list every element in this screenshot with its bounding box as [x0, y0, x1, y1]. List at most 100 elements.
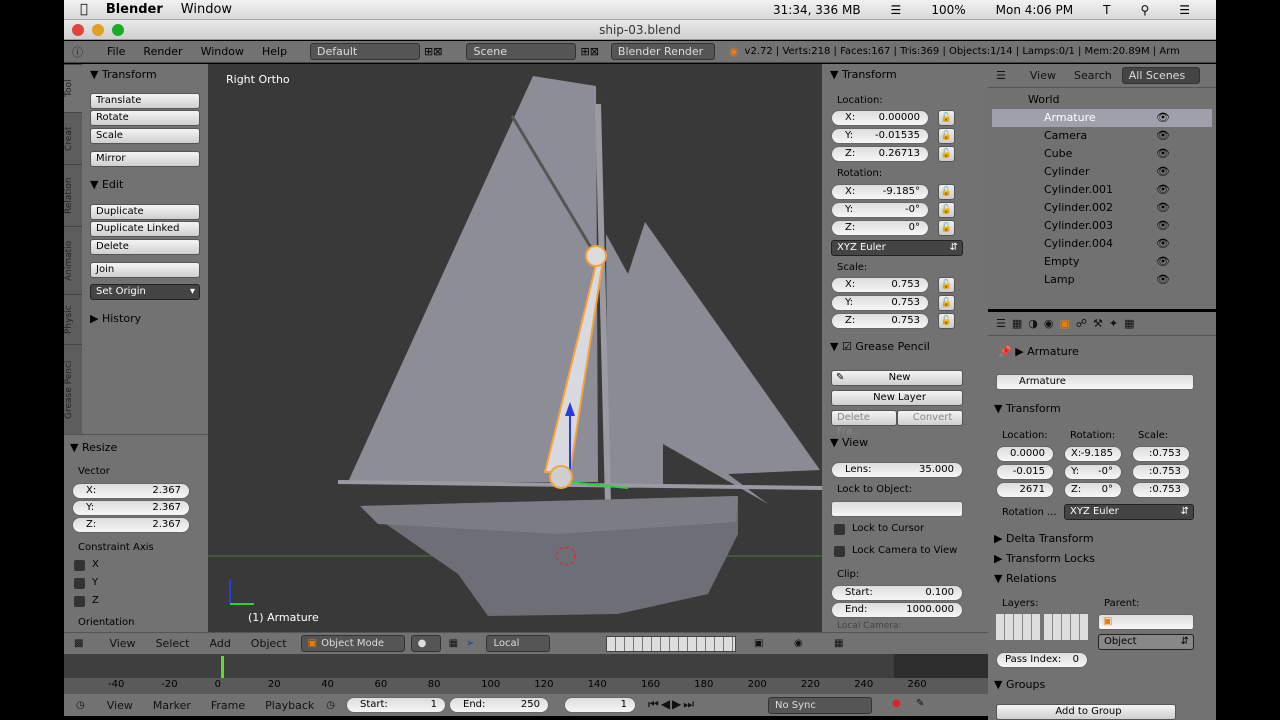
lock-scale-y-icon[interactable]: 🔓 [938, 295, 955, 311]
lock-rotation-y-icon[interactable]: 🔓 [938, 202, 955, 218]
layers-grid-b[interactable] [1044, 614, 1088, 640]
list-icon[interactable]: ☰ [1179, 3, 1190, 17]
rotate-button[interactable]: Rotate [90, 110, 200, 126]
view3d-editor-icon[interactable]: ▩ [74, 638, 83, 649]
tab-relations[interactable]: Relation [64, 164, 82, 226]
props-rotation-mode-dropdown[interactable]: XYZ Euler ⇵ [1064, 504, 1194, 520]
resize-header[interactable]: ▼ Resize [70, 441, 117, 454]
prev-key-icon[interactable]: ◀ [661, 697, 672, 711]
menu-file[interactable]: File [107, 45, 125, 58]
parent-type-dropdown[interactable]: Object ⇵ [1098, 634, 1194, 650]
layers-grid-a[interactable] [996, 614, 1040, 640]
outliner-view-menu[interactable]: View [1030, 69, 1056, 82]
world-tab-icon[interactable]: ◉ [1044, 317, 1054, 330]
outliner-item[interactable]: World [992, 91, 1212, 109]
lock-scale-x-icon[interactable]: 🔓 [938, 277, 955, 293]
search-icon[interactable]: ⚲ [1140, 3, 1149, 17]
delta-transform-header[interactable]: ▶ Delta Transform [994, 532, 1094, 545]
lock-camera-checkbox[interactable] [834, 546, 845, 557]
props-scale-y[interactable]: :0.753 [1132, 464, 1190, 480]
texture-tab-icon[interactable]: ▦ [1124, 317, 1134, 330]
outliner-item[interactable]: Cylinder.002 👁 [992, 199, 1212, 217]
timeline[interactable]: -40 -20 0 20 40 60 80 100 120 140 160 180 200 220 240 2… [64, 654, 988, 694]
props-location-y[interactable]: -0.015 [996, 464, 1054, 480]
n-transform-header[interactable]: ▼ Transform [830, 68, 897, 81]
render-tab-icon[interactable]: ▦ [1012, 317, 1022, 330]
zoom-icon[interactable] [112, 24, 124, 36]
scale-z-field[interactable]: Z: 0.753 [831, 313, 929, 329]
location-x-field[interactable]: X: 0.00000 [831, 110, 929, 126]
object-menu[interactable]: Object [251, 637, 287, 650]
rotation-y-field[interactable]: Y: -0° [831, 202, 929, 218]
3d-viewport[interactable]: Right Ortho (1) Armature [208, 64, 822, 632]
rotation-mode-dropdown[interactable]: XYZ Euler ⇵ [831, 240, 963, 256]
start-frame-field[interactable]: Start: 1 [346, 697, 446, 713]
props-rotation-x[interactable]: X: -9.185 [1064, 446, 1122, 462]
visibility-eye-icon[interactable]: 👁 [1156, 163, 1170, 181]
window-menu[interactable]: Window [181, 2, 232, 17]
layout-select[interactable]: Default [310, 43, 421, 60]
visibility-eye-icon[interactable]: 👁 [1156, 145, 1170, 163]
close-icon[interactable] [72, 24, 84, 36]
add-layout-icon[interactable]: ⊞⊠ [424, 45, 442, 58]
keying-icon[interactable]: ✎ [916, 698, 924, 709]
scale-x-field[interactable]: X: 0.753 [831, 277, 929, 293]
menu-window[interactable]: Window [201, 45, 244, 58]
view-menu[interactable]: View [109, 637, 135, 650]
play-icon[interactable]: ▶ [672, 697, 683, 711]
lock-rotation-z-icon[interactable]: 🔓 [938, 220, 955, 236]
current-frame-marker[interactable] [221, 656, 224, 678]
grease-pencil-header[interactable]: ▼ ☑ Grease Pencil [830, 340, 930, 353]
outliner-item[interactable]: Empty 👁 [992, 253, 1212, 271]
menu-help[interactable]: Help [262, 45, 287, 58]
tab-animation[interactable]: Animatio [64, 226, 82, 294]
outliner-item[interactable]: Camera 👁 [992, 127, 1212, 145]
clip-start-field[interactable]: Start: 0.100 [831, 585, 963, 601]
vector-z-field[interactable]: Z: 2.367 [72, 517, 190, 533]
visibility-eye-icon[interactable]: 👁 [1156, 127, 1170, 145]
vector-x-field[interactable]: X: 2.367 [72, 483, 190, 499]
render-engine-select[interactable]: Blender Render [610, 43, 715, 60]
wifi-icon[interactable]: ☰ [891, 3, 902, 17]
select-menu[interactable]: Select [156, 637, 190, 650]
record-icon[interactable]: ● [892, 698, 901, 709]
visibility-eye-icon[interactable]: 👁 [1156, 271, 1170, 289]
relations-header[interactable]: ▼ Relations [994, 572, 1056, 585]
outliner-item[interactable]: Cylinder.001 👁 [992, 181, 1212, 199]
snap-icon[interactable]: ◉ [794, 638, 803, 649]
lock-rotation-x-icon[interactable]: 🔓 [938, 184, 955, 200]
scale-y-field[interactable]: Y: 0.753 [831, 295, 929, 311]
viewport-shading-select[interactable]: ● [410, 635, 441, 652]
visibility-eye-icon[interactable]: 👁 [1156, 199, 1170, 217]
visibility-eye-icon[interactable]: 👁 [1156, 217, 1170, 235]
scene-tab-icon[interactable]: ◑ [1028, 317, 1038, 330]
outliner-item[interactable]: Lamp 👁 [992, 271, 1212, 289]
current-frame-field[interactable]: 1 [564, 697, 636, 713]
constraint-y-checkbox[interactable] [74, 578, 85, 589]
rotation-x-field[interactable]: X: -9.185° [831, 184, 929, 200]
clip-end-field[interactable]: End: 1000.000 [831, 602, 963, 618]
tab-create[interactable]: Creat [64, 112, 82, 164]
groups-header[interactable]: ▼ Groups [994, 678, 1045, 691]
object-name-field[interactable]: Armature [996, 374, 1194, 390]
outliner-item[interactable]: Cylinder.004 👁 [992, 235, 1212, 253]
transform-panel-header[interactable]: ▼ Transform [90, 68, 157, 81]
props-location-x[interactable]: 0.0000 [996, 446, 1054, 462]
app-menu[interactable]: Blender [106, 2, 163, 17]
properties-editor-icon[interactable]: ☰ [996, 317, 1006, 330]
visibility-eye-icon[interactable]: 👁 [1156, 109, 1170, 127]
location-z-field[interactable]: Z: 0.26713 [831, 146, 929, 162]
lock-location-y-icon[interactable]: 🔓 [938, 128, 955, 144]
rotation-z-field[interactable]: Z: 0° [831, 220, 929, 236]
menu-render[interactable]: Render [143, 45, 182, 58]
tl-view-menu[interactable]: View [107, 699, 133, 712]
delete-button[interactable]: Delete [90, 239, 200, 255]
outliner-item[interactable]: Cylinder.003 👁 [992, 217, 1212, 235]
tab-tool[interactable]: Tool [64, 64, 82, 112]
constraints-tab-icon[interactable]: ☍ [1076, 317, 1087, 330]
duplicate-linked-button[interactable]: Duplicate Linked [90, 221, 200, 237]
gp-new-button[interactable]: ✎ New [831, 370, 963, 386]
outliner-item[interactable]: Cube 👁 [992, 145, 1212, 163]
translate-button[interactable]: Translate [90, 93, 200, 109]
end-frame-field[interactable]: End: 250 [449, 697, 549, 713]
